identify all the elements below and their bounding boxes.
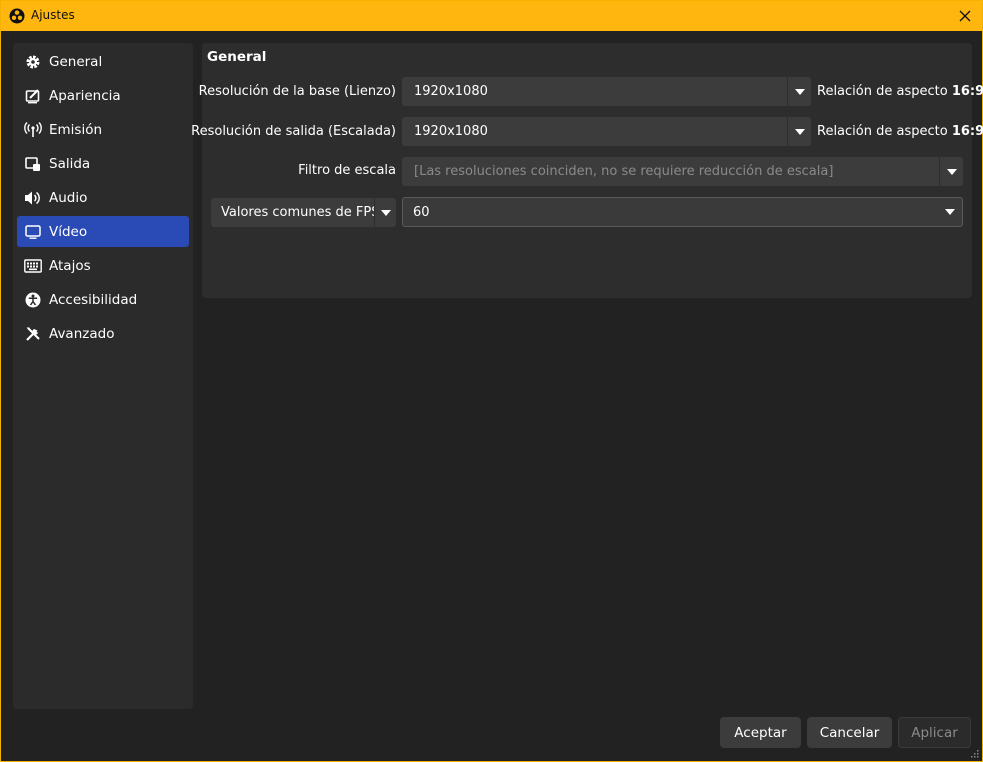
sidebar-item-label: Emisión (49, 121, 103, 138)
close-button[interactable] (952, 4, 978, 28)
tools-icon (24, 325, 42, 343)
cancel-button[interactable]: Cancelar (807, 717, 892, 748)
title-bar: Ajustes (1, 1, 982, 31)
sidebar-item-label: Audio (49, 189, 88, 206)
chevron-down-icon (787, 117, 811, 146)
sidebar-item-accessibility[interactable]: Accesibilidad (17, 284, 189, 315)
keyboard-icon (24, 257, 42, 275)
sidebar-item-label: Apariencia (49, 87, 121, 104)
sidebar-item-stream[interactable]: Emisión (17, 114, 189, 145)
chevron-down-icon (939, 157, 963, 186)
sidebar-item-output[interactable]: Salida (17, 148, 189, 179)
base-aspect-ratio: Relación de aspecto 16:9 (817, 84, 983, 99)
close-icon (959, 10, 971, 22)
section-title: General (207, 49, 267, 65)
speaker-icon (24, 189, 42, 207)
window-title: Ajustes (31, 8, 75, 22)
sidebar-item-general[interactable]: General (17, 46, 189, 77)
obs-logo-icon (9, 8, 25, 24)
output-resolution-label: Resolución de salida (Escalada) (191, 124, 396, 139)
sidebar-item-label: Vídeo (49, 223, 88, 240)
scale-filter-label: Filtro de escala (298, 163, 396, 178)
settings-sidebar: General Apariencia Emisión Salida Audio … (13, 43, 193, 709)
monitor-icon (24, 223, 42, 241)
chevron-down-icon (787, 77, 811, 106)
base-resolution-value: 1920x1080 (414, 84, 488, 99)
video-settings-panel: General Resolución de la base (Lienzo) 1… (191, 43, 983, 298)
chevron-down-icon (938, 198, 962, 227)
fps-value-combo[interactable]: 60 (402, 197, 963, 227)
fps-type-value: Valores comunes de FPS (221, 205, 374, 220)
output-resolution-combo[interactable]: 1920x1080 (402, 117, 811, 146)
accessibility-icon (24, 291, 42, 309)
output-aspect-ratio: Relación de aspecto 16:9 (817, 124, 983, 139)
scale-filter-combo[interactable]: [Las resoluciones coinciden, no se requi… (402, 157, 963, 186)
settings-window: Ajustes General Apariencia Emisión Salid… (0, 0, 983, 762)
sidebar-item-label: Avanzado (49, 325, 115, 342)
base-resolution-label: Resolución de la base (Lienzo) (198, 84, 396, 99)
sidebar-item-label: Accesibilidad (49, 291, 138, 308)
gear-icon (24, 53, 42, 71)
scale-filter-value: [Las resoluciones coinciden, no se requi… (414, 164, 834, 179)
apply-button[interactable]: Aplicar (898, 717, 971, 748)
sidebar-item-advanced[interactable]: Avanzado (17, 318, 189, 349)
fps-value: 60 (413, 204, 430, 220)
ok-button[interactable]: Aceptar (720, 717, 801, 748)
sidebar-item-appearance[interactable]: Apariencia (17, 80, 189, 111)
sidebar-item-label: Atajos (49, 257, 91, 274)
resize-grip-icon[interactable] (971, 750, 979, 758)
broadcast-icon (24, 121, 42, 139)
output-icon (24, 155, 42, 173)
sidebar-item-label: Salida (49, 155, 91, 172)
palette-icon (24, 87, 42, 105)
chevron-down-icon (374, 198, 396, 227)
base-resolution-combo[interactable]: 1920x1080 (402, 77, 811, 106)
sidebar-item-audio[interactable]: Audio (17, 182, 189, 213)
sidebar-item-video[interactable]: Vídeo (17, 216, 189, 247)
output-resolution-value: 1920x1080 (414, 124, 488, 139)
sidebar-item-label: General (49, 53, 103, 70)
fps-type-combo[interactable]: Valores comunes de FPS (211, 198, 396, 227)
sidebar-item-hotkeys[interactable]: Atajos (17, 250, 189, 281)
